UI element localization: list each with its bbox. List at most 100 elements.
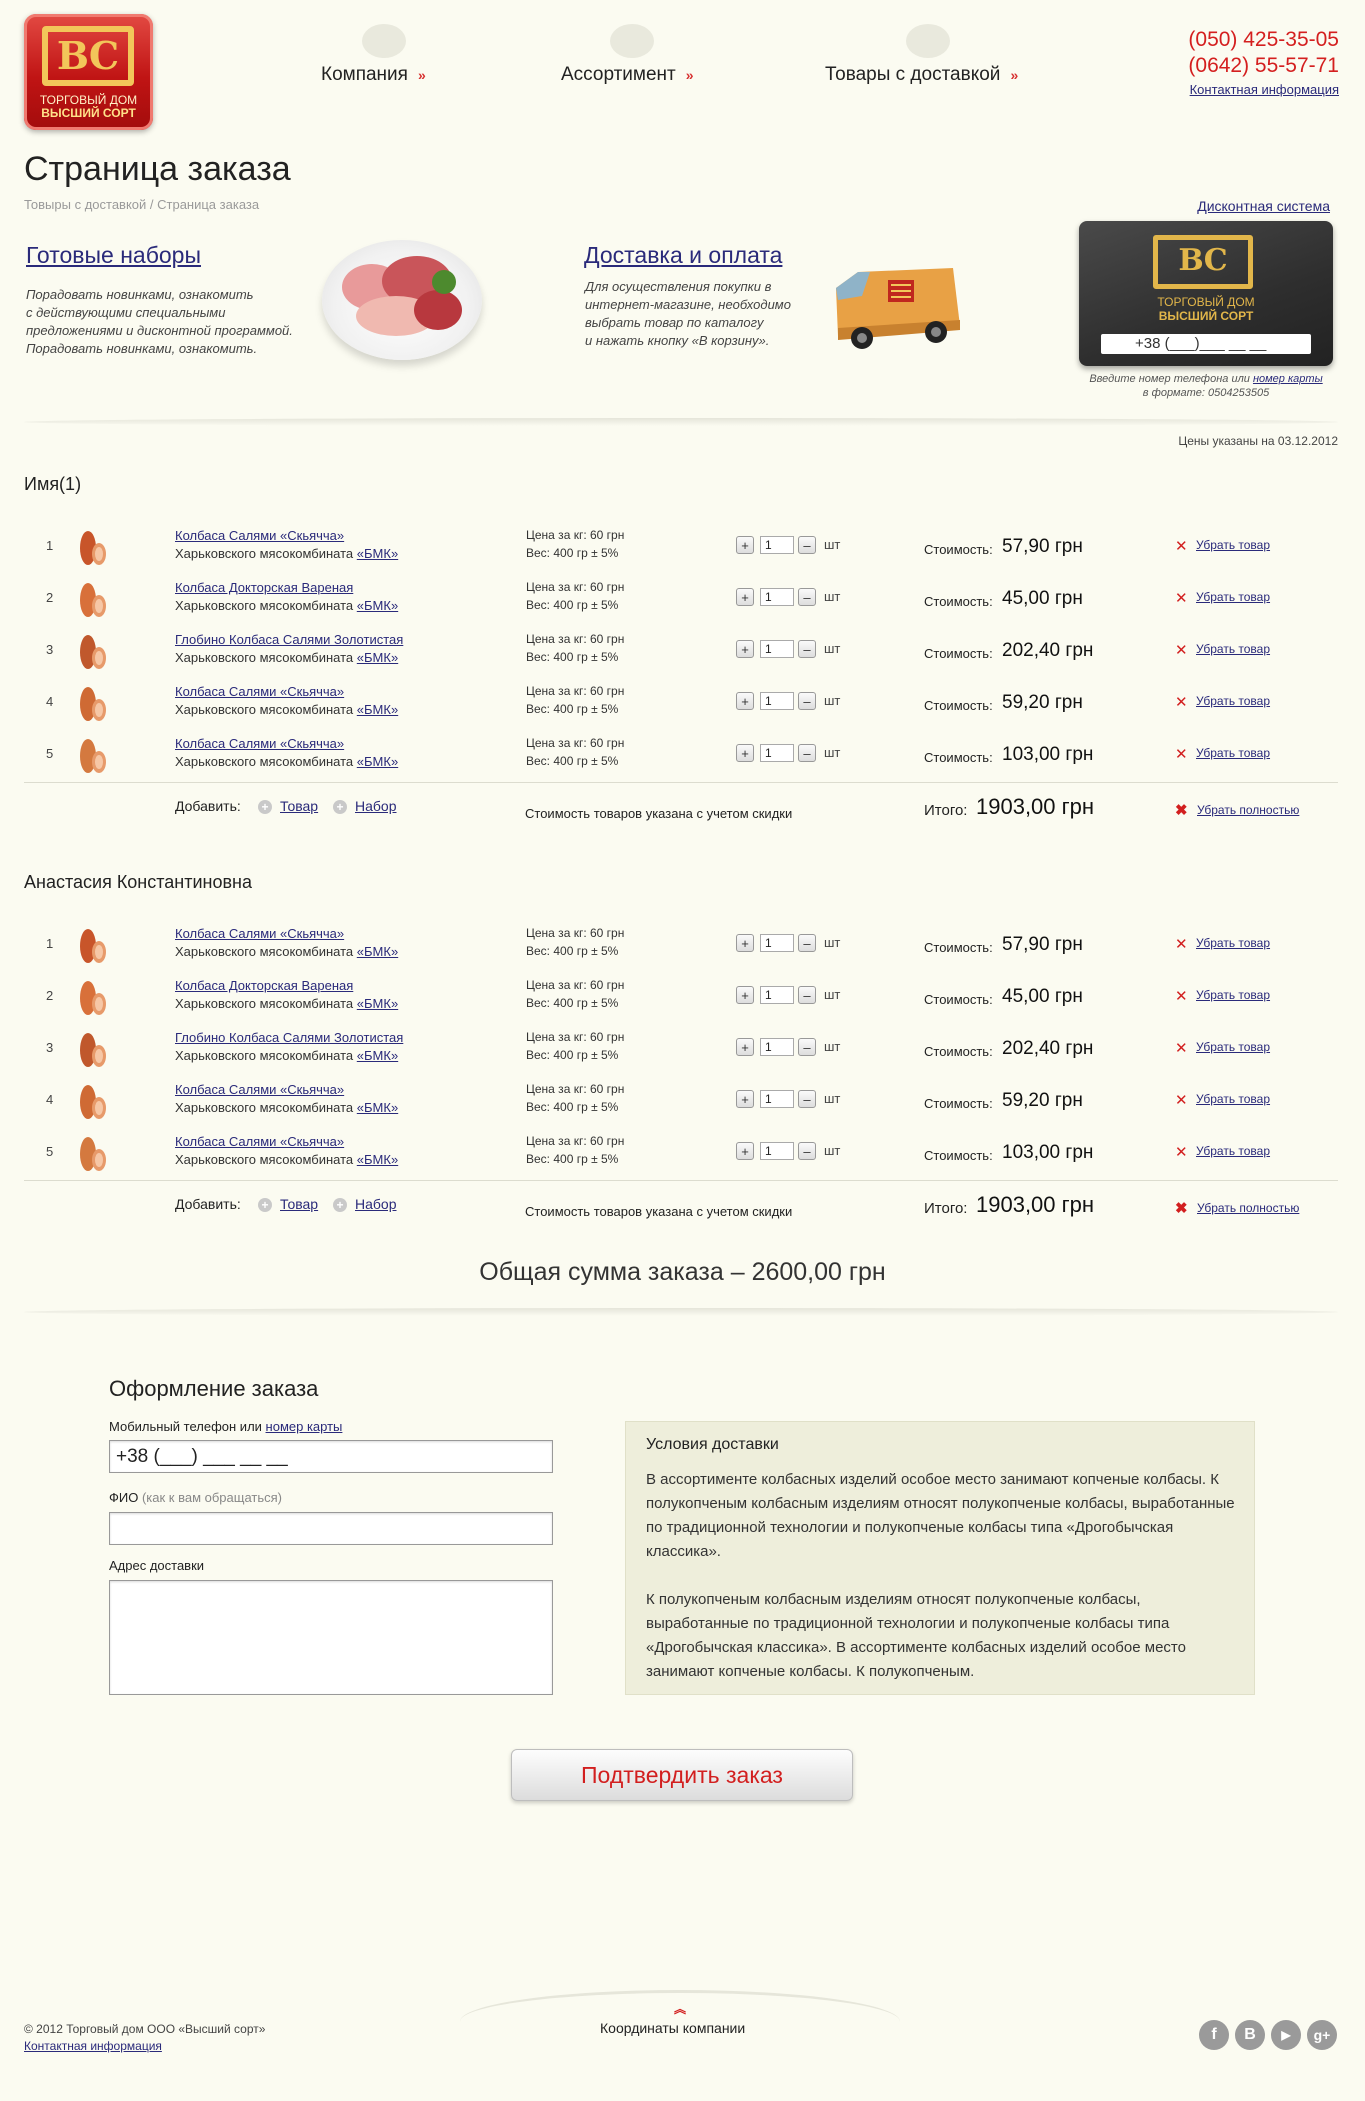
increase-quantity-button[interactable]: + <box>736 934 754 952</box>
decrease-quantity-button[interactable]: – <box>798 934 816 952</box>
maker-link[interactable]: «БМК» <box>357 650 398 665</box>
product-name-link[interactable]: Колбаса Салями «Скьячча» <box>175 736 344 751</box>
decrease-quantity-button[interactable]: – <box>798 744 816 762</box>
remove-item-link[interactable]: Убрать товар <box>1196 936 1270 950</box>
maker-link[interactable]: «БМК» <box>357 598 398 613</box>
remove-all-icon[interactable]: ✖ <box>1175 801 1188 819</box>
remove-icon[interactable]: ✕ <box>1175 935 1188 953</box>
decrease-quantity-button[interactable]: – <box>798 640 816 658</box>
maker-link[interactable]: «БМК» <box>357 1048 398 1063</box>
fullname-input[interactable] <box>109 1512 553 1545</box>
decrease-quantity-button[interactable]: – <box>798 1038 816 1056</box>
decrease-quantity-button[interactable]: – <box>798 588 816 606</box>
decrease-quantity-button[interactable]: – <box>798 536 816 554</box>
remove-icon[interactable]: ✕ <box>1175 537 1188 555</box>
quantity-input[interactable]: 1 <box>760 1090 794 1108</box>
plus-circle-icon[interactable]: + <box>258 800 272 814</box>
nav-delivery-goods[interactable]: Товары с доставкой » <box>825 64 1018 86</box>
increase-quantity-button[interactable]: + <box>736 588 754 606</box>
remove-item-link[interactable]: Убрать товар <box>1196 1144 1270 1158</box>
breadcrumb[interactable]: Товыры с доставкой / Страница заказа <box>24 197 259 212</box>
increase-quantity-button[interactable]: + <box>736 1142 754 1160</box>
company-logo[interactable]: ВС ТОРГОВЫЙ ДОМ ВЫСШИЙ СОРТ <box>24 14 153 130</box>
remove-icon[interactable]: ✕ <box>1175 745 1188 763</box>
increase-quantity-button[interactable]: + <box>736 986 754 1004</box>
promo-delivery-payment-link[interactable]: Доставка и оплата <box>584 242 782 269</box>
remove-icon[interactable]: ✕ <box>1175 589 1188 607</box>
quantity-input[interactable]: 1 <box>760 640 794 658</box>
product-name-link[interactable]: Колбаса Салями «Скьячча» <box>175 684 344 699</box>
decrease-quantity-button[interactable]: – <box>798 1090 816 1108</box>
promo-ready-sets-link[interactable]: Готовые наборы <box>26 242 201 269</box>
add-product-link[interactable]: Товар <box>280 798 318 814</box>
remove-item-link[interactable]: Убрать товар <box>1196 590 1270 604</box>
remove-item-link[interactable]: Убрать товар <box>1196 988 1270 1002</box>
quantity-input[interactable]: 1 <box>760 986 794 1004</box>
remove-icon[interactable]: ✕ <box>1175 987 1188 1005</box>
contact-info-link[interactable]: Контактная информация <box>1190 82 1339 97</box>
increase-quantity-button[interactable]: + <box>736 744 754 762</box>
product-name-link[interactable]: Колбаса Салями «Скьячча» <box>175 926 344 941</box>
remove-icon[interactable]: ✕ <box>1175 693 1188 711</box>
card-number-link[interactable]: номер карты <box>1253 373 1323 385</box>
plus-circle-icon[interactable]: + <box>333 1198 347 1212</box>
quantity-input[interactable]: 1 <box>760 1142 794 1160</box>
decrease-quantity-button[interactable]: – <box>798 986 816 1004</box>
discount-system-link[interactable]: Дисконтная система <box>1197 198 1330 214</box>
remove-all-icon[interactable]: ✖ <box>1175 1199 1188 1217</box>
quantity-input[interactable]: 1 <box>760 536 794 554</box>
quantity-input[interactable]: 1 <box>760 934 794 952</box>
decrease-quantity-button[interactable]: – <box>798 692 816 710</box>
increase-quantity-button[interactable]: + <box>736 1090 754 1108</box>
add-product-link[interactable]: Товар <box>280 1196 318 1212</box>
remove-all-link[interactable]: Убрать полностью <box>1197 803 1299 817</box>
product-name-link[interactable]: Колбаса Салями «Скьячча» <box>175 1082 344 1097</box>
quantity-input[interactable]: 1 <box>760 588 794 606</box>
remove-item-link[interactable]: Убрать товар <box>1196 538 1270 552</box>
maker-link[interactable]: «БМК» <box>357 702 398 717</box>
increase-quantity-button[interactable]: + <box>736 1038 754 1056</box>
remove-all-link[interactable]: Убрать полностью <box>1197 1201 1299 1215</box>
quantity-input[interactable]: 1 <box>760 744 794 762</box>
company-coordinates-link[interactable]: Координаты компании <box>600 2020 745 2036</box>
vkontakte-icon[interactable]: B <box>1235 2020 1265 2050</box>
maker-link[interactable]: «БМК» <box>357 1100 398 1115</box>
quantity-input[interactable]: 1 <box>760 1038 794 1056</box>
quantity-input[interactable]: 1 <box>760 692 794 710</box>
remove-icon[interactable]: ✕ <box>1175 1091 1188 1109</box>
maker-link[interactable]: «БМК» <box>357 546 398 561</box>
increase-quantity-button[interactable]: + <box>736 692 754 710</box>
remove-icon[interactable]: ✕ <box>1175 1143 1188 1161</box>
remove-item-link[interactable]: Убрать товар <box>1196 694 1270 708</box>
add-set-link[interactable]: Набор <box>355 798 397 814</box>
remove-item-link[interactable]: Убрать товар <box>1196 642 1270 656</box>
remove-item-link[interactable]: Убрать товар <box>1196 1040 1270 1054</box>
product-name-link[interactable]: Колбаса Докторская Вареная <box>175 978 353 993</box>
product-name-link[interactable]: Глобино Колбаса Салями Золотистая <box>175 632 403 647</box>
youtube-icon[interactable]: ▶ <box>1271 2020 1301 2050</box>
facebook-icon[interactable]: f <box>1199 2020 1229 2050</box>
plus-circle-icon[interactable]: + <box>333 800 347 814</box>
card-number-input[interactable]: +38 (___)___ __ __ <box>1101 334 1311 354</box>
confirm-order-button[interactable]: Подтвердить заказ <box>511 1749 853 1801</box>
address-textarea[interactable] <box>109 1580 553 1695</box>
remove-icon[interactable]: ✕ <box>1175 1039 1188 1057</box>
nav-company[interactable]: Компания » <box>321 64 426 86</box>
remove-item-link[interactable]: Убрать товар <box>1196 1092 1270 1106</box>
google-plus-icon[interactable]: g+ <box>1307 2020 1337 2050</box>
maker-link[interactable]: «БМК» <box>357 944 398 959</box>
footer-contact-link[interactable]: Контактная информация <box>24 2039 162 2053</box>
decrease-quantity-button[interactable]: – <box>798 1142 816 1160</box>
add-set-link[interactable]: Набор <box>355 1196 397 1212</box>
maker-link[interactable]: «БМК» <box>357 754 398 769</box>
phone-input[interactable]: +38 (___) ___ __ __ <box>109 1440 553 1473</box>
product-name-link[interactable]: Колбаса Салями «Скьячча» <box>175 1134 344 1149</box>
plus-circle-icon[interactable]: + <box>258 1198 272 1212</box>
card-number-link[interactable]: номер карты <box>266 1419 343 1434</box>
chevron-double-up-icon[interactable]: ︽ <box>674 2000 686 2017</box>
nav-assortment[interactable]: Ассортимент » <box>561 64 694 86</box>
remove-item-link[interactable]: Убрать товар <box>1196 746 1270 760</box>
remove-icon[interactable]: ✕ <box>1175 641 1188 659</box>
maker-link[interactable]: «БМК» <box>357 1152 398 1167</box>
product-name-link[interactable]: Колбаса Салями «Скьячча» <box>175 528 344 543</box>
